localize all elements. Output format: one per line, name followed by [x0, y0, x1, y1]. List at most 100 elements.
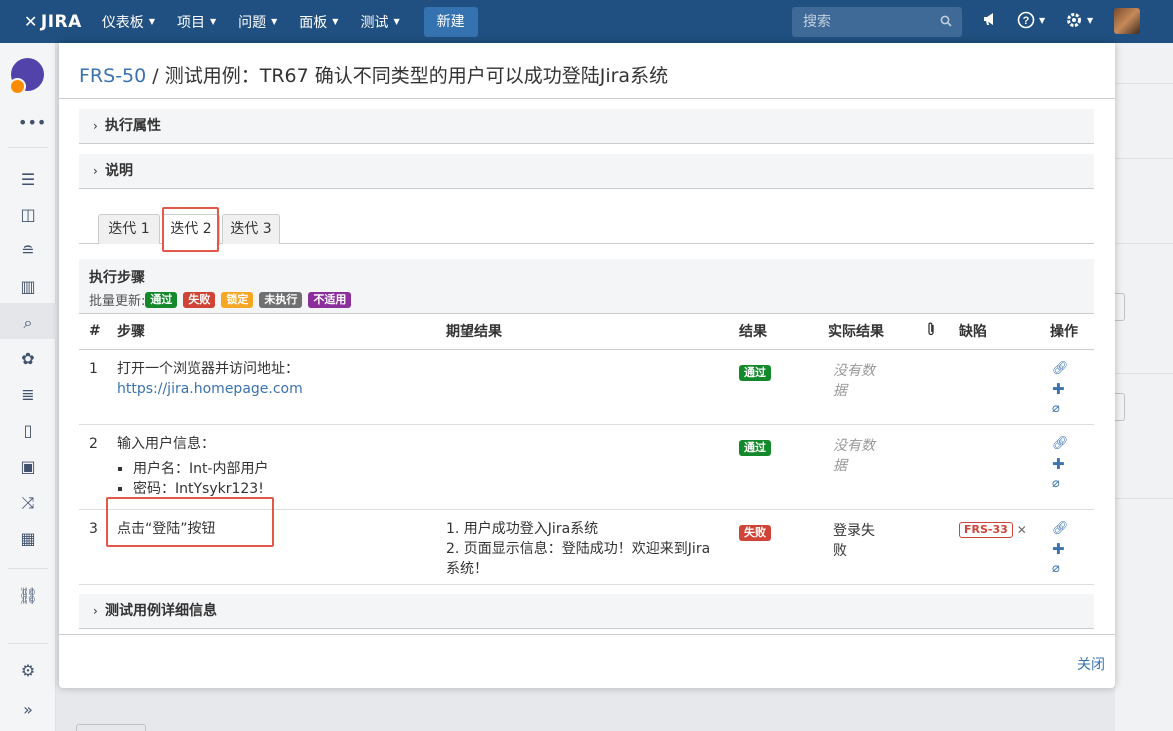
status-badge[interactable]: 通过	[739, 439, 771, 456]
nav-boards[interactable]: 面板 ▼	[299, 12, 338, 32]
row-actions: 🔗︎ ✚ ⌀	[1050, 359, 1094, 419]
nav-projects[interactable]: 项目 ▼	[177, 12, 216, 32]
dialog-body: › 执行属性 › 说明 迭代 1 迭代 2 迭代 3 执行步骤 批量更新: 通过…	[59, 99, 1115, 634]
attachment-icon[interactable]: ⌀	[1052, 399, 1060, 419]
bulk-fail-button[interactable]: 失败	[183, 291, 216, 308]
chevron-right-icon: ›	[93, 119, 98, 133]
steps-table: # 步骤 期望结果 结果 实际结果 缺陷 操作 1 打开一个浏览器并访问地址：	[79, 314, 1094, 585]
chevron-down-icon: ▼	[1087, 15, 1094, 25]
col-actions: 操作	[1040, 314, 1094, 350]
add-icon[interactable]: ✚	[1052, 454, 1065, 474]
defect-link[interactable]: FRS-33	[959, 521, 1013, 538]
divider	[8, 147, 48, 148]
step-url-link[interactable]: https://jira.homepage.com	[117, 379, 436, 399]
search-input[interactable]: 搜索	[792, 7, 962, 37]
user-avatar[interactable]	[1114, 8, 1140, 34]
table-row: 3 点击“登陆”按钮 1. 用户成功登入Jira系统 2. 页面显示信息：登陆成…	[79, 509, 1094, 585]
link-icon[interactable]: 🔗︎	[1052, 359, 1069, 379]
contacts-icon[interactable]: ▣	[18, 457, 38, 477]
svg-text:?: ?	[1023, 15, 1030, 27]
actual-result-field[interactable]: 没有数 据	[818, 349, 916, 425]
chevron-down-icon: ▼	[393, 17, 400, 26]
chevron-right-icon: ›	[93, 604, 98, 618]
list-item: 密码：IntYsykr123!	[133, 479, 436, 499]
close-button[interactable]: 关闭	[1077, 654, 1105, 674]
more-icon[interactable]: •••	[18, 113, 46, 133]
tab-iteration-1[interactable]: 迭代 1	[98, 214, 160, 244]
pages-icon[interactable]: ≣	[18, 385, 38, 405]
releases-icon[interactable]: ≘	[18, 241, 38, 261]
section-test-details[interactable]: › 测试用例详细信息	[79, 594, 1094, 629]
tab-iteration-3[interactable]: 迭代 3	[222, 214, 280, 244]
bulk-update-bar: 批量更新: 通过 失败 锁定 未执行 不适用	[89, 290, 1094, 309]
row-actions: 🔗︎ ✚ ⌀	[1050, 434, 1094, 494]
gallery-icon[interactable]: ▦	[18, 529, 38, 549]
settings-icon[interactable]: ⚙	[18, 661, 38, 681]
project-avatar[interactable]	[9, 58, 44, 95]
table-row: 2 输入用户信息： 用户名：Int-内部用户 密码：IntYsykr123! 通…	[79, 424, 1094, 510]
col-actual: 实际结果	[818, 314, 916, 350]
bulk-unexecuted-button[interactable]: 未执行	[259, 291, 303, 308]
section-execution-properties[interactable]: › 执行属性	[79, 109, 1094, 144]
bulk-blocked-button[interactable]: 锁定	[221, 291, 254, 308]
attachment-icon[interactable]: ⌀	[1052, 559, 1060, 579]
link-icon[interactable]: ⛓	[18, 586, 38, 606]
iteration-tabs: 迭代 1 迭代 2 迭代 3	[79, 214, 1094, 245]
code-icon[interactable]: ▯	[18, 421, 38, 441]
add-icon[interactable]: ✚	[1052, 539, 1065, 559]
col-expected: 期望结果	[436, 314, 729, 350]
jira-logo-icon: ✕	[24, 12, 38, 31]
table-row: 1 打开一个浏览器并访问地址： https://jira.homepage.co…	[79, 349, 1094, 425]
add-icon[interactable]: ✚	[1052, 379, 1065, 399]
shuffle-icon[interactable]: ⤨	[18, 493, 38, 513]
status-badge[interactable]: 失败	[739, 524, 771, 541]
table-header-row: # 步骤 期望结果 结果 实际结果 缺陷 操作	[79, 314, 1094, 350]
remove-defect-icon[interactable]: ✕	[1017, 520, 1027, 540]
chevron-down-icon: ▼	[271, 17, 278, 26]
bulk-na-button[interactable]: 不适用	[308, 291, 352, 308]
dialog-footer: 关闭	[59, 634, 1115, 688]
row-actions: 🔗︎ ✚ ⌀	[1050, 519, 1094, 579]
link-icon[interactable]: 🔗︎	[1052, 519, 1069, 539]
board-icon[interactable]: ◫	[18, 205, 38, 225]
col-result: 结果	[729, 314, 818, 350]
link-icon[interactable]: 🔗︎	[1052, 434, 1069, 454]
dialog-title: FRS-50 / 测试用例：TR67 确认不同类型的用户可以成功登陆Jira系统	[59, 43, 1115, 99]
megaphone-icon[interactable]	[982, 11, 998, 27]
divider	[8, 568, 48, 569]
status-badge[interactable]: 通过	[739, 364, 771, 381]
divider	[8, 643, 48, 644]
user-info-list: 用户名：Int-内部用户 密码：IntYsykr123!	[117, 459, 436, 499]
tab-iteration-2[interactable]: 迭代 2	[162, 214, 220, 245]
chevron-down-icon: ▼	[209, 17, 217, 26]
help-icon[interactable]: ? ▼	[1017, 11, 1045, 29]
bulk-pass-button[interactable]: 通过	[145, 291, 178, 308]
nav-dashboards[interactable]: 仪表板 ▼	[102, 12, 155, 32]
section-description[interactable]: › 说明	[79, 154, 1094, 189]
actual-result-field[interactable]: 登录失 败	[818, 509, 916, 585]
execution-steps-header: 执行步骤 批量更新: 通过 失败 锁定 未执行 不适用	[79, 259, 1094, 314]
components-icon[interactable]: ✿	[18, 349, 38, 369]
expand-sidebar-icon[interactable]: »	[18, 700, 38, 720]
col-step: 步骤	[107, 314, 436, 350]
test-execution-dialog: FRS-50 / 测试用例：TR67 确认不同类型的用户可以成功登陆Jira系统…	[59, 43, 1115, 688]
chevron-down-icon: ▼	[1039, 15, 1046, 25]
paperclip-icon	[928, 322, 934, 336]
reports-icon[interactable]: ▥	[18, 277, 38, 297]
attachment-icon[interactable]: ⌀	[1052, 474, 1060, 494]
nav-tests[interactable]: 测试 ▼	[360, 12, 399, 32]
actual-result-field[interactable]: 没有数 据	[818, 424, 916, 510]
issues-search-icon[interactable]: ⌕	[18, 313, 38, 333]
backlog-icon[interactable]: ☰	[18, 170, 38, 190]
col-num: #	[79, 314, 107, 350]
steps-title: 执行步骤	[89, 270, 145, 286]
list-item: 用户名：Int-内部用户	[133, 459, 436, 479]
issue-key-link[interactable]: FRS-50	[79, 65, 146, 87]
create-button[interactable]: 新建	[423, 6, 478, 37]
chevron-down-icon: ▼	[148, 17, 155, 26]
chevron-right-icon: ›	[93, 164, 98, 178]
jira-logo[interactable]: ✕ JIRA	[24, 12, 82, 32]
gear-icon[interactable]: ▼	[1065, 11, 1093, 29]
nav-issues[interactable]: 问题 ▼	[238, 12, 277, 32]
chevron-down-icon: ▼	[332, 17, 339, 26]
